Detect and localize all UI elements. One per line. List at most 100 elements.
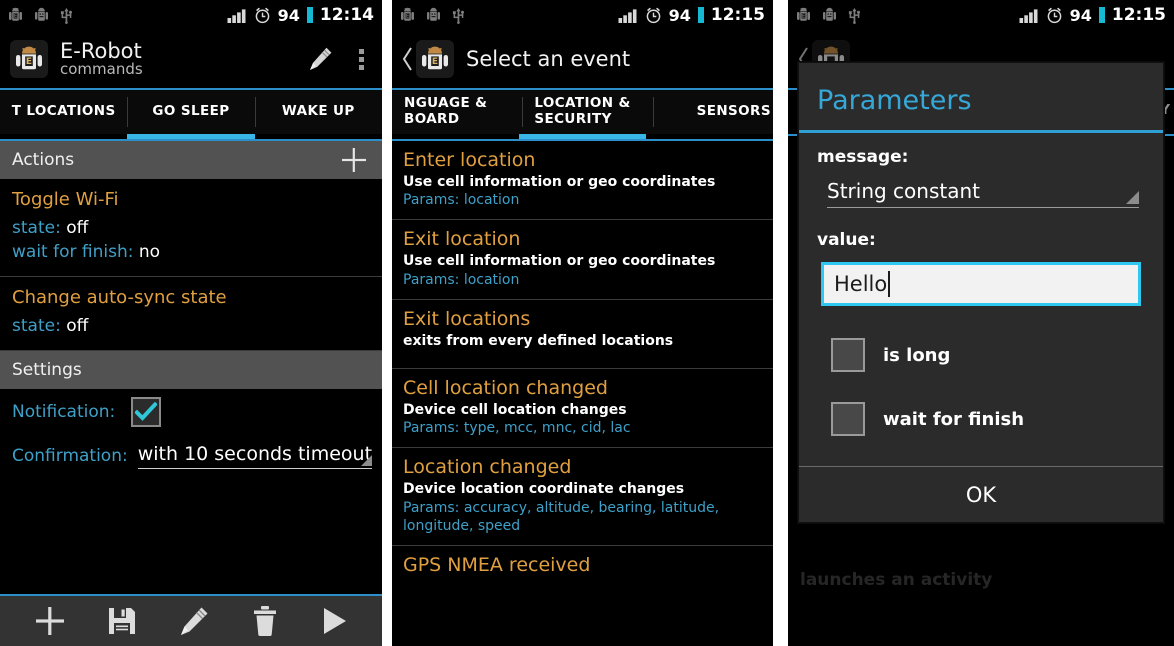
- status-bar-1: E 94 12:14: [0, 0, 382, 30]
- erobot-logo-icon: E: [16, 46, 42, 70]
- actions-section-header: Actions: [0, 141, 382, 179]
- bug-icon: [823, 7, 836, 21]
- confirmation-spinner[interactable]: with 10 seconds timeout: [137, 443, 373, 470]
- action-bar-buttons: [305, 30, 374, 88]
- save-button[interactable]: [106, 605, 138, 637]
- tab-underline-1-active: [127, 134, 255, 139]
- signal-bars-icon: [1019, 8, 1038, 23]
- page-title: E-Robot: [60, 39, 142, 64]
- svg-text:E: E: [406, 13, 409, 19]
- action-param-value: off: [66, 316, 89, 337]
- clock-label: 12:14: [319, 5, 374, 25]
- value-input[interactable]: Hello: [821, 262, 1141, 306]
- battery-indicator-icon: [1098, 7, 1105, 23]
- svg-text:E: E: [432, 57, 438, 67]
- screenshot-stage: E 94 12:14 E E-Robot commands T LOCATION…: [0, 0, 1174, 646]
- is-long-checkbox[interactable]: [831, 338, 865, 372]
- event-params: Params: location: [403, 192, 520, 209]
- status-bar-3: E 94 12:15: [788, 0, 1174, 30]
- tab-underline-2: [255, 134, 382, 139]
- status-bar-left-icons-2: E: [400, 7, 465, 24]
- list-item[interactable]: Change auto-sync state state: off: [0, 277, 382, 352]
- event-title: Enter location: [403, 149, 536, 171]
- battery-percent-label: 94: [668, 5, 691, 25]
- event-title: Location changed: [403, 456, 572, 479]
- action-bar-1: E E-Robot commands: [0, 30, 382, 88]
- wait-for-finish-checkbox[interactable]: [831, 402, 865, 436]
- action-param-key: state:: [12, 218, 61, 238]
- notification-checkbox[interactable]: [131, 397, 162, 428]
- message-type-spinner[interactable]: String constant: [827, 179, 1139, 208]
- event-description: Device location coordinate changes: [403, 481, 685, 498]
- event-title: Exit location: [403, 228, 521, 251]
- confirmation-setting-row: Confirmation: with 10 seconds timeout: [0, 435, 382, 477]
- erobot-logo-icon: E: [422, 46, 448, 70]
- status-bar-left-icons-3: E: [796, 7, 861, 24]
- overflow-menu-icon[interactable]: [359, 48, 374, 70]
- back-chevron-icon[interactable]: [402, 46, 414, 72]
- alarm-clock-icon: [255, 7, 269, 23]
- android-debug-icon: E: [797, 7, 810, 21]
- list-item[interactable]: Cell location changed Device cell locati…: [392, 368, 773, 449]
- is-long-checkbox-row[interactable]: is long: [817, 332, 1145, 378]
- app-icon[interactable]: E: [10, 40, 48, 78]
- ok-button[interactable]: OK: [966, 483, 996, 507]
- list-item[interactable]: Exit locations exits from every defined …: [392, 299, 773, 369]
- event-description: Use cell information or geo coordinates: [403, 253, 716, 270]
- action-param-value: no: [138, 242, 161, 263]
- phone-screen-1: E 94 12:14 E E-Robot commands T LOCATION…: [0, 0, 382, 646]
- list-item[interactable]: Location changed Device location coordin…: [392, 448, 773, 546]
- events-list: Enter location Use cell information or g…: [392, 141, 773, 588]
- event-title: Cell location changed: [403, 376, 608, 399]
- edit-button[interactable]: [177, 604, 211, 638]
- status-bar-2: E 94 12:15: [392, 0, 773, 30]
- wait-for-finish-checkbox-row[interactable]: wait for finish: [817, 396, 1145, 442]
- wait-for-finish-label: wait for finish: [883, 408, 1025, 430]
- bug-icon: [35, 7, 48, 21]
- bug-icon: [427, 7, 440, 21]
- screen-title-block: Select an event: [466, 48, 630, 70]
- list-item[interactable]: Exit location Use cell information or ge…: [392, 220, 773, 300]
- notification-label: Notification:: [12, 402, 116, 423]
- plus-icon[interactable]: [340, 146, 368, 174]
- event-params: Params: location: [403, 271, 520, 288]
- dialog-title: Parameters: [817, 85, 972, 116]
- usb-icon: [848, 7, 860, 24]
- action-param-row: wait for finish: no: [12, 240, 370, 264]
- message-type-value: String constant: [827, 179, 980, 203]
- action-param-row: state: off: [12, 216, 370, 240]
- app-icon[interactable]: E: [416, 40, 454, 78]
- tab-language-keyboard[interactable]: NGUAGE & BOARD: [392, 90, 522, 134]
- confirmation-value: with 10 seconds timeout: [137, 443, 373, 466]
- tab-location-security[interactable]: LOCATION & SECURITY: [522, 90, 652, 134]
- bottom-toolbar: [0, 594, 382, 646]
- run-button[interactable]: [319, 605, 349, 637]
- delete-button[interactable]: [250, 605, 280, 637]
- tab-go-sleep[interactable]: GO SLEEP: [127, 90, 254, 134]
- settings-header-label: Settings: [12, 360, 82, 381]
- list-item[interactable]: Enter location Use cell information or g…: [392, 141, 773, 221]
- tab-underline-2: [646, 134, 773, 139]
- android-debug-icon: E: [401, 7, 414, 21]
- phone-screen-2: E 94 12:15 E Select an event NGUAGE & BO…: [392, 0, 773, 646]
- tab-sensors[interactable]: SENSORS: [652, 90, 773, 134]
- tab-bar-1: T LOCATIONS GO SLEEP WAKE UP: [0, 90, 382, 134]
- tab-line-1: LOCATION &: [534, 95, 631, 112]
- add-button[interactable]: [33, 604, 67, 638]
- action-param-value: off: [66, 218, 89, 238]
- text-cursor: [888, 271, 891, 297]
- dialog-footer: OK: [799, 466, 1163, 522]
- event-title: Exit locations: [403, 307, 531, 330]
- tab-line-2: SECURITY: [534, 111, 612, 127]
- chevron-down-icon: [361, 455, 373, 467]
- tab-bar-2: NGUAGE & BOARD LOCATION & SECURITY SENSO…: [392, 90, 773, 134]
- event-title: GPS NMEA received: [403, 553, 591, 576]
- list-item[interactable]: Toggle Wi-Fi state: off wait for finish:…: [0, 179, 382, 278]
- list-item[interactable]: GPS NMEA received: [392, 545, 773, 588]
- edit-pencil-icon[interactable]: [305, 44, 335, 74]
- value-input-text: Hello: [834, 272, 888, 296]
- page-title: Select an event: [466, 46, 631, 71]
- tab-wake-up[interactable]: WAKE UP: [254, 90, 382, 134]
- tab-locations[interactable]: T LOCATIONS: [0, 90, 127, 134]
- event-description: exits from every defined locations: [403, 332, 674, 349]
